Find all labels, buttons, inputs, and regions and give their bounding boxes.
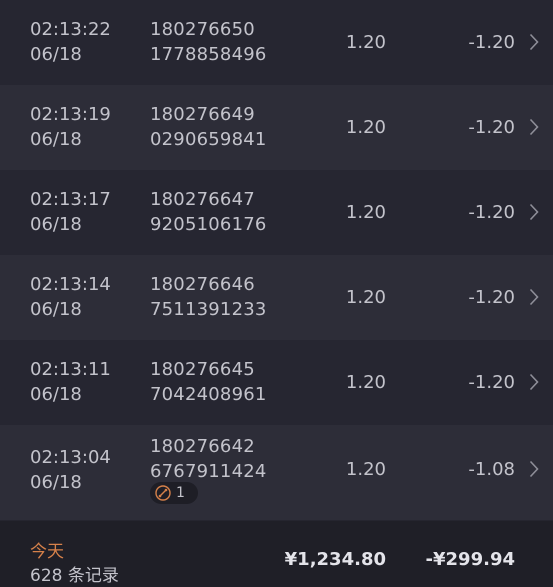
total-amount: ¥1,234.80 [284, 549, 386, 570]
row-id-line2: 1778858496 [150, 44, 267, 65]
row-date: 06/18 [30, 129, 82, 150]
row-datetime: 02:13:17 06/18 [30, 187, 111, 237]
row-time: 02:13:17 [30, 189, 111, 210]
link-count-badge[interactable]: 1 [150, 482, 198, 504]
chevron-right-icon[interactable] [529, 118, 539, 136]
row-date: 06/18 [30, 44, 82, 65]
row-id-line1: 180276649 [150, 104, 255, 125]
row-date: 06/18 [30, 472, 82, 493]
row-datetime: 02:13:22 06/18 [30, 17, 111, 67]
row-datetime: 02:13:04 06/18 [30, 445, 111, 495]
row-id: 180276642 6767911424 [150, 434, 267, 484]
row-date: 06/18 [30, 214, 82, 235]
row-amount: 1.20 [345, 32, 386, 53]
row-id-line1: 180276650 [150, 19, 255, 40]
chevron-right-icon[interactable] [529, 373, 539, 391]
row-amount: 1.20 [345, 459, 386, 480]
table-row[interactable]: 02:13:22 06/18 180276650 1778858496 1.20… [0, 0, 553, 85]
row-id-line1: 180276647 [150, 189, 255, 210]
row-id-line1: 180276642 [150, 436, 255, 457]
table-row[interactable]: 02:13:04 06/18 180276642 6767911424 1 1.… [0, 425, 553, 520]
row-net: -1.08 [468, 459, 515, 480]
row-time: 02:13:04 [30, 447, 111, 468]
chevron-right-icon[interactable] [529, 33, 539, 51]
row-net: -1.20 [468, 32, 515, 53]
row-time: 02:13:11 [30, 359, 111, 380]
chevron-right-icon[interactable] [529, 288, 539, 306]
row-amount: 1.20 [345, 287, 386, 308]
row-id: 180276645 7042408961 [150, 357, 267, 407]
row-id-line1: 180276645 [150, 359, 255, 380]
row-net: -1.20 [468, 117, 515, 138]
row-id-line1: 180276646 [150, 274, 255, 295]
table-row[interactable]: 02:13:14 06/18 180276646 7511391233 1.20… [0, 255, 553, 340]
table-row[interactable]: 02:13:11 06/18 180276645 7042408961 1.20… [0, 340, 553, 425]
row-net: -1.20 [468, 287, 515, 308]
row-id: 180276650 1778858496 [150, 17, 267, 67]
row-id-line2: 6767911424 [150, 461, 267, 482]
row-net: -1.20 [468, 202, 515, 223]
row-id-line2: 7511391233 [150, 299, 267, 320]
row-time: 02:13:22 [30, 19, 111, 40]
total-net: -¥299.94 [425, 549, 515, 570]
row-id: 180276649 0290659841 [150, 102, 267, 152]
transaction-list: 02:13:22 06/18 180276650 1778858496 1.20… [0, 0, 553, 520]
chevron-right-icon[interactable] [529, 203, 539, 221]
row-id-line2: 0290659841 [150, 129, 267, 150]
row-time: 02:13:14 [30, 274, 111, 295]
row-id-line2: 7042408961 [150, 384, 267, 405]
badge-count: 1 [176, 485, 185, 501]
row-datetime: 02:13:11 06/18 [30, 357, 111, 407]
record-count: 628 条记录 [30, 566, 119, 586]
row-id: 180276646 7511391233 [150, 272, 267, 322]
row-amount: 1.20 [345, 117, 386, 138]
row-amount: 1.20 [345, 372, 386, 393]
chain-link-icon [155, 485, 171, 501]
row-amount: 1.20 [345, 202, 386, 223]
row-date: 06/18 [30, 384, 82, 405]
table-row[interactable]: 02:13:17 06/18 180276647 9205106176 1.20… [0, 170, 553, 255]
row-datetime: 02:13:19 06/18 [30, 102, 111, 152]
row-id-line2: 9205106176 [150, 214, 267, 235]
row-date: 06/18 [30, 299, 82, 320]
summary-footer: 今天 628 条记录 ¥1,234.80 -¥299.94 [0, 521, 553, 587]
row-time: 02:13:19 [30, 104, 111, 125]
row-net: -1.20 [468, 372, 515, 393]
period-label: 今天 [30, 542, 64, 562]
row-id: 180276647 9205106176 [150, 187, 267, 237]
row-datetime: 02:13:14 06/18 [30, 272, 111, 322]
table-row[interactable]: 02:13:19 06/18 180276649 0290659841 1.20… [0, 85, 553, 170]
chevron-right-icon[interactable] [529, 460, 539, 478]
